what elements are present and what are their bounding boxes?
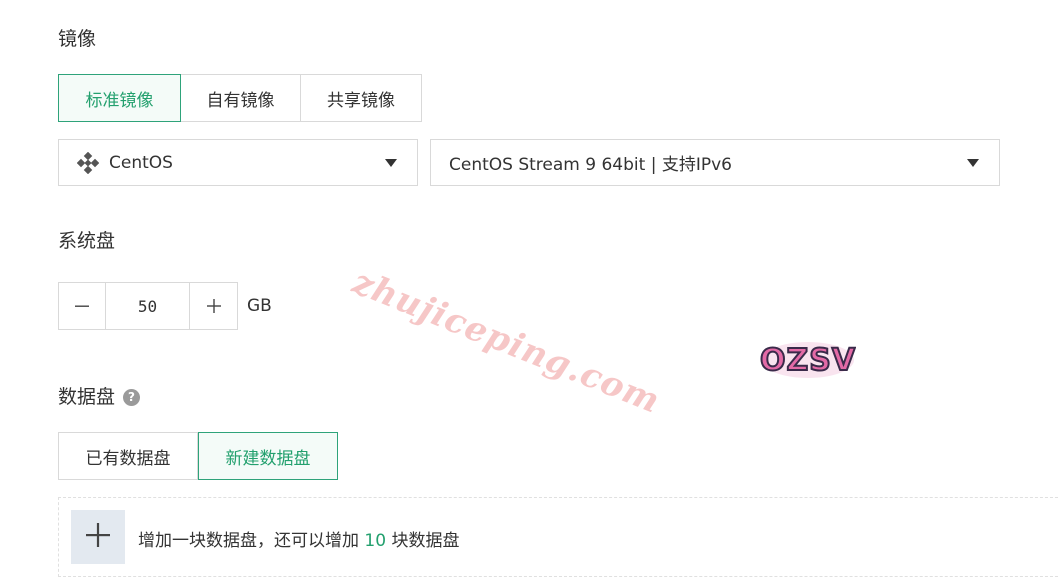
add-hint-prefix: 增加一块数据盘，还可以增加 (138, 531, 359, 551)
system-disk-stepper: 50 (58, 282, 238, 330)
tab-standard-image[interactable]: 标准镜像 (58, 74, 181, 122)
increment-button[interactable] (190, 282, 238, 330)
image-section-title: 镜像 (58, 28, 97, 50)
add-data-disk-hint: 增加一块数据盘，还可以增加 10 块数据盘 (138, 526, 459, 551)
tab-new-disk[interactable]: 新建数据盘 (198, 432, 338, 480)
system-disk-unit: GB (247, 296, 272, 316)
ozsv-logo: OZSV (759, 338, 856, 382)
os-version-value: CentOS Stream 9 64bit | 支持IPv6 (449, 155, 732, 175)
system-disk-size-input[interactable]: 50 (106, 282, 190, 330)
image-type-tabs: 标准镜像 自有镜像 共享镜像 (58, 74, 422, 122)
os-version-select[interactable]: CentOS Stream 9 64bit | 支持IPv6 (430, 139, 1000, 186)
data-disk-tabs: 已有数据盘 新建数据盘 (58, 432, 338, 480)
centos-logo-icon (76, 151, 100, 174)
plus-icon (206, 292, 222, 320)
plus-icon (85, 517, 111, 557)
minus-icon (74, 292, 90, 320)
system-disk-title: 系统盘 (58, 230, 116, 252)
chevron-down-icon (385, 159, 397, 167)
os-select[interactable]: CentOS (58, 139, 418, 186)
data-disk-title: 数据盘 (58, 386, 116, 408)
help-icon[interactable]: ? (123, 388, 141, 406)
remaining-disk-count: 10 (364, 531, 387, 551)
add-data-disk-button[interactable] (71, 510, 125, 564)
watermark-text: zhujiceping.com (347, 262, 666, 422)
svg-text:OZSV: OZSV (760, 343, 856, 378)
add-hint-suffix: 块数据盘 (391, 531, 460, 551)
os-select-value: CentOS (109, 152, 173, 173)
tab-own-image[interactable]: 自有镜像 (181, 74, 301, 122)
data-disk-title-row: 数据盘? (58, 385, 141, 409)
decrement-button[interactable] (58, 282, 106, 330)
tab-shared-image[interactable]: 共享镜像 (301, 74, 422, 122)
tab-existing-disk[interactable]: 已有数据盘 (58, 432, 198, 480)
chevron-down-icon (967, 159, 979, 167)
